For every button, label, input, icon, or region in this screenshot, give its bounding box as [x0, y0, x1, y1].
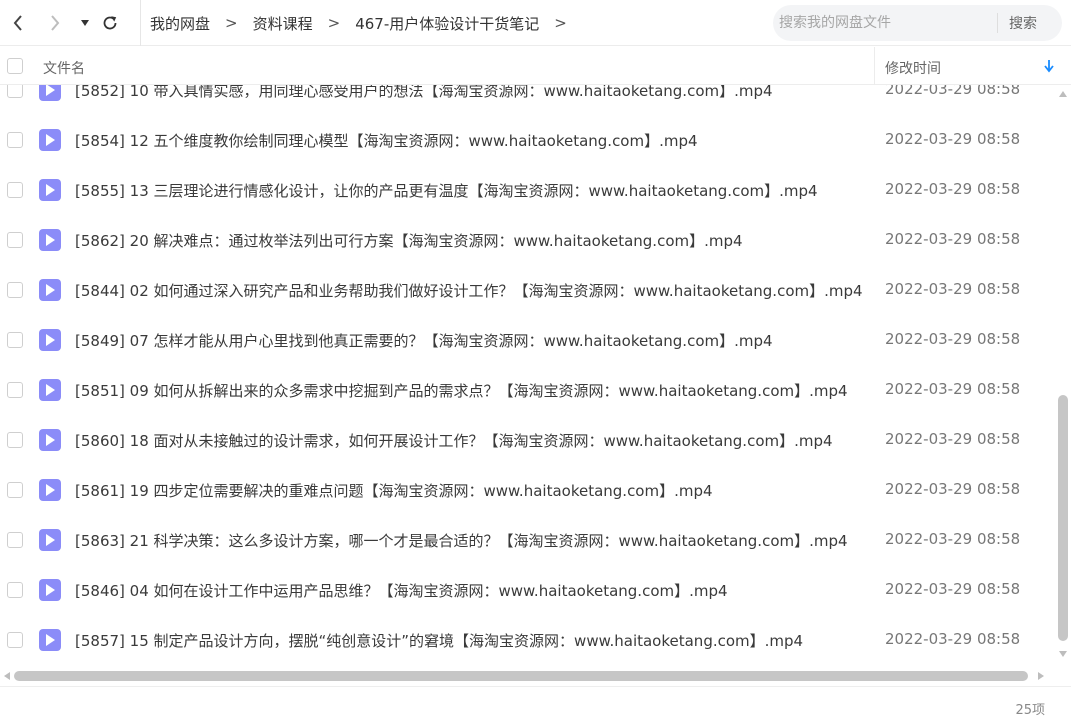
caret-down-icon: [81, 20, 89, 26]
file-modified-time: 2022-03-29 08:58: [885, 280, 1021, 298]
video-file-icon: [39, 629, 61, 651]
list-item[interactable]: [5861] 19 四步定位需要解决的重难点问题【海淘宝资源网：www.hait…: [0, 465, 1055, 515]
video-file-icon: [39, 529, 61, 551]
breadcrumb-separator[interactable]: >: [554, 14, 567, 32]
list-item[interactable]: [5855] 13 三层理论进行情感化设计，让你的产品更有温度【海淘宝资源网：w…: [0, 165, 1055, 215]
file-name[interactable]: [5844] 02 如何通过深入研究产品和业务帮助我们做好设计工作？【海淘宝资源…: [75, 280, 863, 301]
history-dropdown-button[interactable]: [73, 9, 97, 37]
file-list-header: 文件名 修改时间: [0, 47, 1071, 85]
file-name[interactable]: [5849] 07 怎样才能从用户心里找到他真正需要的？【海淘宝资源网：www.…: [75, 330, 773, 351]
row-checkbox[interactable]: [7, 532, 23, 548]
list-item[interactable]: [5852] 10 带入具情实感，用同理心感受用户的想法【海淘宝资源网：www.…: [0, 85, 1055, 115]
file-modified-time: 2022-03-29 08:58: [885, 180, 1021, 198]
file-modified-time: 2022-03-29 08:58: [885, 580, 1021, 598]
file-name[interactable]: [5851] 09 如何从拆解出来的众多需求中挖掘到产品的需求点？【海淘宝资源网…: [75, 380, 848, 401]
refresh-button[interactable]: [98, 9, 122, 37]
row-checkbox[interactable]: [7, 282, 23, 298]
video-file-icon: [39, 85, 61, 101]
file-modified-time: 2022-03-29 08:58: [885, 85, 1021, 98]
list-item[interactable]: [5860] 18 面对从未接触过的设计需求，如何开展设计工作？【海淘宝资源网：…: [0, 415, 1055, 465]
search-input[interactable]: [779, 9, 995, 37]
video-file-icon: [39, 379, 61, 401]
file-name[interactable]: [5857] 15 制定产品设计方向，摆脱“纯创意设计”的窘境【海淘宝资源网：w…: [75, 630, 803, 651]
video-file-icon: [39, 579, 61, 601]
row-checkbox[interactable]: [7, 632, 23, 648]
scroll-down-arrow-icon[interactable]: [1058, 650, 1068, 658]
row-checkbox[interactable]: [7, 332, 23, 348]
status-bar: 25项: [0, 686, 1071, 720]
file-modified-time: 2022-03-29 08:58: [885, 380, 1021, 398]
search-box: 搜索: [773, 5, 1062, 41]
row-checkbox[interactable]: [7, 182, 23, 198]
file-modified-time: 2022-03-29 08:58: [885, 230, 1021, 248]
list-item[interactable]: [5862] 20 解决难点：通过枚举法列出可行方案【海淘宝资源网：www.ha…: [0, 215, 1055, 265]
breadcrumb-item-current-folder[interactable]: 467-用户体验设计干货笔记: [355, 13, 539, 34]
video-file-icon: [39, 179, 61, 201]
list-item[interactable]: [5857] 15 制定产品设计方向，摆脱“纯创意设计”的窘境【海淘宝资源网：w…: [0, 615, 1055, 665]
row-checkbox[interactable]: [7, 382, 23, 398]
forward-button[interactable]: [43, 9, 67, 37]
file-name[interactable]: [5854] 12 五个维度教你绘制同理心模型【海淘宝资源网：www.haita…: [75, 130, 698, 151]
scroll-right-arrow-icon[interactable]: [1037, 671, 1045, 681]
video-file-icon: [39, 279, 61, 301]
file-modified-time: 2022-03-29 08:58: [885, 480, 1021, 498]
row-checkbox[interactable]: [7, 132, 23, 148]
video-file-icon: [39, 229, 61, 251]
row-checkbox[interactable]: [7, 582, 23, 598]
search-button[interactable]: 搜索: [1009, 13, 1037, 33]
file-modified-time: 2022-03-29 08:58: [885, 530, 1021, 548]
row-checkbox[interactable]: [7, 482, 23, 498]
file-name[interactable]: [5855] 13 三层理论进行情感化设计，让你的产品更有温度【海淘宝资源网：w…: [75, 180, 818, 201]
list-item[interactable]: [5844] 02 如何通过深入研究产品和业务帮助我们做好设计工作？【海淘宝资源…: [0, 265, 1055, 315]
file-modified-time: 2022-03-29 08:58: [885, 630, 1021, 648]
file-modified-time: 2022-03-29 08:58: [885, 430, 1021, 448]
column-header-name[interactable]: 文件名: [43, 58, 85, 78]
file-list: [5852] 10 带入具情实感，用同理心感受用户的想法【海淘宝资源网：www.…: [0, 85, 1071, 665]
item-count: 25项: [1015, 703, 1045, 718]
vertical-scrollbar-thumb[interactable]: [1058, 395, 1068, 641]
row-checkbox[interactable]: [7, 232, 23, 248]
row-checkbox[interactable]: [7, 85, 23, 98]
horizontal-scrollbar-thumb[interactable]: [14, 671, 1028, 681]
video-file-icon: [39, 329, 61, 351]
top-nav-bar: 我的网盘 > 资料课程 > 467-用户体验设计干货笔记 > 搜索: [0, 0, 1071, 46]
breadcrumb-item-courses[interactable]: 资料课程: [253, 13, 313, 34]
file-modified-time: 2022-03-29 08:58: [885, 130, 1021, 148]
list-item[interactable]: [5846] 04 如何在设计工作中运用产品思维？【海淘宝资源网：www.hai…: [0, 565, 1055, 615]
scroll-left-arrow-icon[interactable]: [3, 671, 11, 681]
video-file-icon: [39, 429, 61, 451]
chevron-left-icon: [13, 15, 22, 31]
horizontal-scrollbar: [0, 666, 1071, 686]
file-modified-time: 2022-03-29 08:58: [885, 330, 1021, 348]
file-name[interactable]: [5852] 10 带入具情实感，用同理心感受用户的想法【海淘宝资源网：www.…: [75, 85, 773, 101]
search-divider: [997, 13, 998, 33]
column-header-modified[interactable]: 修改时间: [885, 58, 941, 78]
row-checkbox[interactable]: [7, 432, 23, 448]
list-item[interactable]: [5863] 21 科学决策：这么多设计方案，哪一个才是最合适的？【海淘宝资源网…: [0, 515, 1055, 565]
list-item[interactable]: [5854] 12 五个维度教你绘制同理心模型【海淘宝资源网：www.haita…: [0, 115, 1055, 165]
file-name[interactable]: [5863] 21 科学决策：这么多设计方案，哪一个才是最合适的？【海淘宝资源网…: [75, 530, 848, 551]
file-name[interactable]: [5846] 04 如何在设计工作中运用产品思维？【海淘宝资源网：www.hai…: [75, 580, 728, 601]
list-item[interactable]: [5849] 07 怎样才能从用户心里找到他真正需要的？【海淘宝资源网：www.…: [0, 315, 1055, 365]
list-item[interactable]: [5851] 09 如何从拆解出来的众多需求中挖掘到产品的需求点？【海淘宝资源网…: [0, 365, 1055, 415]
back-button[interactable]: [6, 9, 30, 37]
breadcrumb-item-my-drive[interactable]: 我的网盘: [150, 13, 210, 34]
chevron-right-icon: [51, 15, 60, 31]
file-name[interactable]: [5860] 18 面对从未接触过的设计需求，如何开展设计工作？【海淘宝资源网：…: [75, 430, 833, 451]
breadcrumb-separator: >: [225, 14, 238, 32]
breadcrumb-separator: >: [327, 14, 341, 32]
scroll-up-arrow-icon[interactable]: [1058, 90, 1068, 98]
sort-down-arrow-icon[interactable]: [1043, 59, 1055, 73]
video-file-icon: [39, 129, 61, 151]
refresh-icon: [103, 16, 117, 30]
video-file-icon: [39, 479, 61, 501]
file-name[interactable]: [5861] 19 四步定位需要解决的重难点问题【海淘宝资源网：www.hait…: [75, 480, 713, 501]
select-all-checkbox[interactable]: [7, 58, 23, 74]
file-name[interactable]: [5862] 20 解决难点：通过枚举法列出可行方案【海淘宝资源网：www.ha…: [75, 230, 743, 251]
breadcrumb: 我的网盘 > 资料课程 > 467-用户体验设计干货笔记 >: [140, 0, 582, 46]
column-divider[interactable]: [874, 47, 875, 85]
